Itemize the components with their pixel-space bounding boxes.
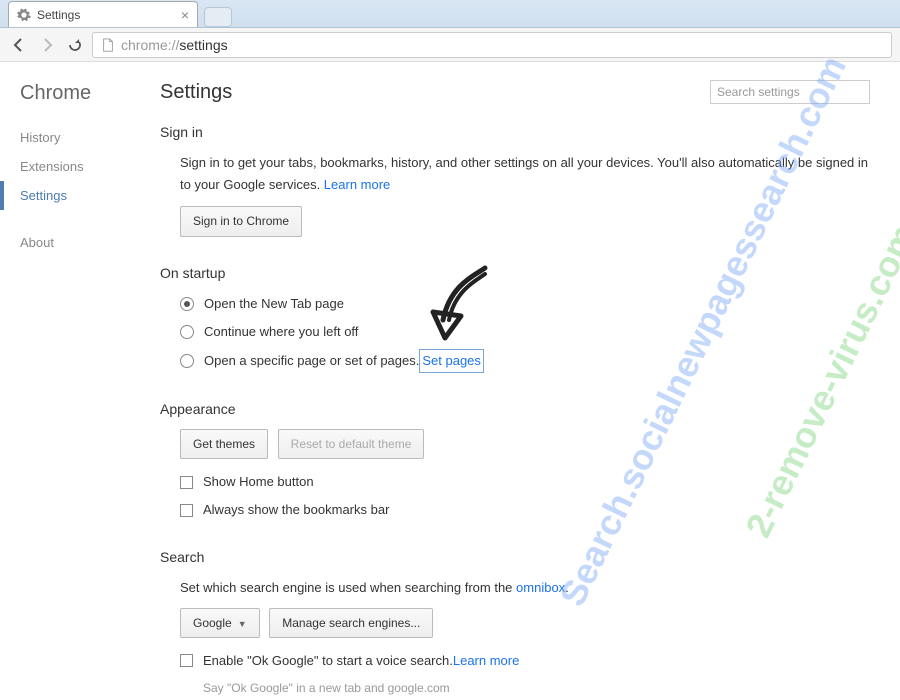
forward-button[interactable] xyxy=(36,34,58,56)
sidebar: Chrome History Extensions Settings About xyxy=(0,62,140,700)
get-themes-button[interactable]: Get themes xyxy=(180,429,268,459)
manage-search-engines-button[interactable]: Manage search engines... xyxy=(269,608,433,638)
ok-google-hint: Say "Ok Google" in a new tab and google.… xyxy=(180,678,870,698)
url-path: settings xyxy=(179,37,227,53)
page-icon xyxy=(101,38,115,52)
sidebar-item-about[interactable]: About xyxy=(20,228,140,257)
checkbox-icon xyxy=(180,504,193,517)
startup-option-label: Continue where you left off xyxy=(204,321,358,343)
gear-icon xyxy=(17,8,31,22)
signin-learn-more-link[interactable]: Learn more xyxy=(324,177,390,192)
signin-body: Sign in to get your tabs, bookmarks, his… xyxy=(180,155,868,192)
checkbox-label: Enable "Ok Google" to start a voice sear… xyxy=(203,650,453,672)
page-title: Settings xyxy=(160,81,232,104)
section-appearance-title: Appearance xyxy=(160,401,870,417)
ok-google-checkbox[interactable]: Enable "Ok Google" to start a voice sear… xyxy=(180,650,870,672)
checkbox-label: Show Home button xyxy=(203,471,314,493)
set-pages-link[interactable]: Set pages xyxy=(419,349,484,373)
reload-button[interactable] xyxy=(64,34,86,56)
sidebar-title: Chrome xyxy=(20,82,140,105)
search-input[interactable] xyxy=(710,80,870,104)
section-startup-title: On startup xyxy=(160,265,870,281)
radio-icon xyxy=(180,325,194,339)
sidebar-item-history[interactable]: History xyxy=(20,123,140,152)
new-tab-button[interactable] xyxy=(204,7,232,27)
close-icon[interactable]: × xyxy=(181,8,189,22)
radio-icon xyxy=(180,354,194,368)
omnibox-link[interactable]: omnibox xyxy=(516,580,565,595)
url-protocol: chrome:// xyxy=(121,37,179,53)
sidebar-item-extensions[interactable]: Extensions xyxy=(20,152,140,181)
ok-google-learn-more-link[interactable]: Learn more xyxy=(453,650,519,672)
browser-tab[interactable]: Settings × xyxy=(8,1,198,27)
address-bar[interactable]: chrome://settings xyxy=(92,32,892,58)
chevron-down-icon: ▼ xyxy=(238,619,247,629)
radio-icon xyxy=(180,297,194,311)
startup-option-label: Open a specific page or set of pages. xyxy=(204,350,419,372)
startup-option-newtab[interactable]: Open the New Tab page xyxy=(180,293,870,315)
startup-option-label: Open the New Tab page xyxy=(204,293,344,315)
section-search-title: Search xyxy=(160,549,870,565)
content-area: Settings Sign in Sign in to get your tab… xyxy=(140,62,900,700)
reset-theme-button[interactable]: Reset to default theme xyxy=(278,429,425,459)
checkbox-icon xyxy=(180,476,193,489)
show-bookmarks-checkbox[interactable]: Always show the bookmarks bar xyxy=(180,499,870,521)
tab-title: Settings xyxy=(37,8,80,22)
checkbox-label: Always show the bookmarks bar xyxy=(203,499,389,521)
search-engine-dropdown[interactable]: Google▼ xyxy=(180,608,260,638)
startup-option-specific[interactable]: Open a specific page or set of pages. Se… xyxy=(180,349,870,373)
checkbox-icon xyxy=(180,654,193,667)
startup-option-continue[interactable]: Continue where you left off xyxy=(180,321,870,343)
show-home-checkbox[interactable]: Show Home button xyxy=(180,471,870,493)
back-button[interactable] xyxy=(8,34,30,56)
signin-button[interactable]: Sign in to Chrome xyxy=(180,206,302,236)
browser-toolbar: chrome://settings xyxy=(0,28,900,62)
sidebar-item-settings[interactable]: Settings xyxy=(0,181,140,210)
tab-strip: Settings × xyxy=(0,0,900,28)
search-body: Set which search engine is used when sea… xyxy=(180,580,516,595)
section-signin-title: Sign in xyxy=(160,124,870,140)
